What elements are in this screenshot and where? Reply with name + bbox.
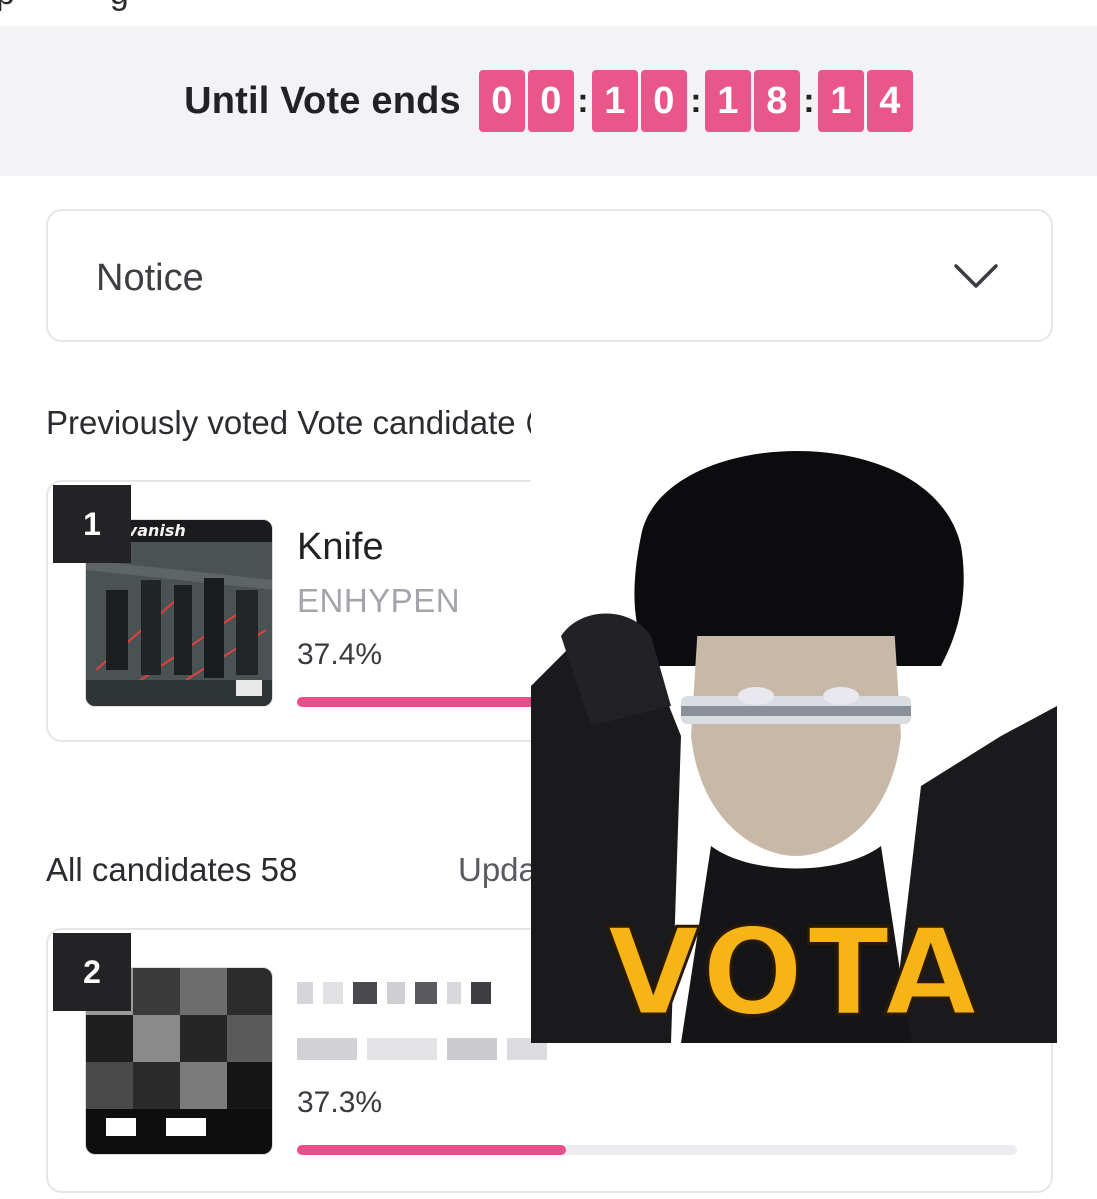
countdown-separator: : <box>577 82 589 120</box>
all-candidates-count: All candidates 58 <box>46 851 298 888</box>
countdown-digit: 1 <box>817 70 864 132</box>
countdown-minutes: 1 8 <box>704 70 800 132</box>
countdown-banner: Until Vote ends 0 0 : 1 0 : 1 8 : 1 4 <box>0 26 1097 176</box>
chevron-down-icon <box>954 264 998 288</box>
countdown-digit: 4 <box>866 70 913 132</box>
redacted-artist <box>297 1038 547 1060</box>
candidate-title: Knife <box>297 526 384 568</box>
vote-progress-fill <box>297 1145 566 1155</box>
countdown-digit: 1 <box>704 70 751 132</box>
countdown-digit: 8 <box>753 70 800 132</box>
cut-off-text: p g <box>0 0 130 13</box>
vote-progress-fill <box>297 697 567 707</box>
vote-progress-track <box>297 1145 1017 1155</box>
candidate-artist: ENHYPEN <box>297 582 461 619</box>
countdown-label: Until Vote ends <box>184 79 461 122</box>
countdown-digit: 0 <box>527 70 574 132</box>
vota-overlay-text: VOTA <box>605 903 982 1044</box>
redacted-title <box>297 982 491 1004</box>
top-cut-header: p g <box>0 0 1097 26</box>
countdown-digit: 0 <box>640 70 687 132</box>
next-card-peek <box>46 1193 1053 1199</box>
countdown-days: 0 0 <box>478 70 574 132</box>
promo-overlay-image: VOTA <box>531 406 1057 1043</box>
countdown-digit: 1 <box>591 70 638 132</box>
rank-badge: 2 <box>53 933 131 1011</box>
countdown-hours: 1 0 <box>591 70 687 132</box>
countdown-digit: 0 <box>478 70 525 132</box>
notice-dropdown[interactable]: Notice <box>46 209 1053 342</box>
countdown-separator: : <box>690 82 702 120</box>
countdown-separator: : <box>803 82 815 120</box>
updated-label: Upda <box>458 851 537 888</box>
previously-voted-heading: Previously voted Vote candidate <box>46 404 562 442</box>
notice-label: Notice <box>96 257 204 299</box>
candidate-percent: 37.3% <box>297 1086 383 1119</box>
previously-voted-label: Previously voted Vote candidate <box>46 404 516 441</box>
countdown-seconds: 1 4 <box>817 70 913 132</box>
rank-badge: 1 <box>53 485 131 563</box>
candidate-percent: 37.4% <box>297 638 383 671</box>
